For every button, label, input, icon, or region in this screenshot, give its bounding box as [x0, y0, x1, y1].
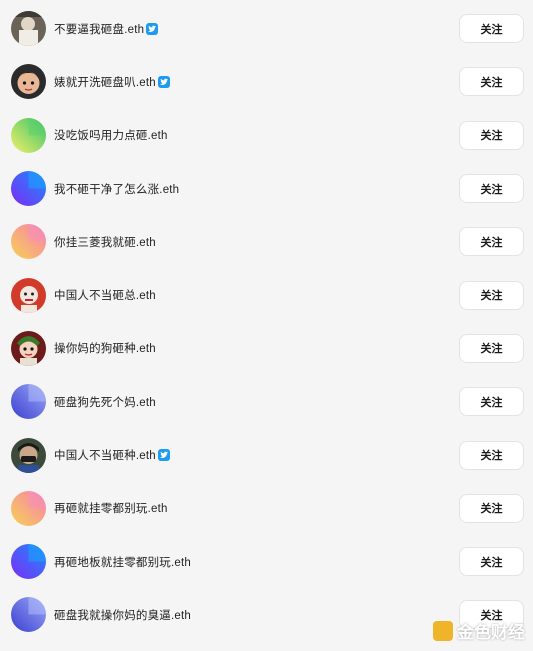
account-name[interactable]: 砸盘狗先死个妈.eth: [54, 394, 156, 410]
account-name[interactable]: 没吃饭吗用力点砸.eth: [54, 127, 168, 143]
follow-button[interactable]: 关注: [459, 120, 524, 150]
follow-button[interactable]: 关注: [459, 440, 524, 470]
account-name-text: 我不砸干净了怎么涨.eth: [54, 183, 180, 196]
account-name-text: 你挂三菱我就砸.eth: [54, 236, 156, 249]
account-name[interactable]: 我不砸干净了怎么涨.eth: [54, 181, 179, 197]
list-item[interactable]: 婊就开洗砸盘叭.eth 关注: [0, 55, 533, 108]
account-name-text: 中国人不当砸种.eth: [54, 450, 156, 463]
account-name-text: 再砸地板就挂零都别玩.eth: [54, 556, 191, 569]
list-item[interactable]: 中国人不当砸种.eth 关注: [0, 428, 533, 481]
account-name[interactable]: 中国人不当砸总.eth: [54, 287, 156, 303]
following-list: 不要逼我砸盘.eth 关注 婊就开洗砸盘叭.eth 关注 没吃饭吗用力点砸.et…: [0, 2, 533, 642]
avatar[interactable]: [11, 64, 46, 100]
avatar[interactable]: [11, 384, 46, 420]
list-item[interactable]: 你挂三菱我就砸.eth 关注: [0, 215, 533, 268]
account-name[interactable]: 再砸就挂零都别玩.eth: [54, 500, 168, 516]
site-watermark: 金色财经: [433, 618, 525, 643]
follow-button[interactable]: 关注: [459, 280, 524, 310]
account-name-text: 不要逼我砸盘.eth: [54, 23, 145, 36]
avatar[interactable]: [11, 224, 46, 260]
watermark-text: 金色财经: [457, 623, 525, 642]
account-name[interactable]: 不要逼我砸盘.eth: [54, 21, 159, 37]
avatar[interactable]: [11, 597, 46, 633]
logo-icon: [433, 620, 453, 641]
follow-button[interactable]: 关注: [459, 387, 524, 417]
account-name-text: 操你妈的狗砸种.eth: [54, 343, 156, 356]
avatar[interactable]: [11, 277, 46, 313]
account-name[interactable]: 中国人不当砸种.eth: [54, 447, 170, 463]
account-name[interactable]: 再砸地板就挂零都别玩.eth: [54, 554, 191, 570]
account-name-text: 砸盘我就操你妈的臭逼.eth: [54, 609, 191, 622]
account-name-text: 中国人不当砸总.eth: [54, 290, 156, 303]
avatar[interactable]: [11, 437, 46, 473]
avatar[interactable]: [11, 544, 46, 580]
list-item[interactable]: 中国人不当砸总.eth 关注: [0, 268, 533, 321]
follow-button[interactable]: 关注: [459, 333, 524, 363]
twitter-verified-icon: [157, 75, 170, 88]
twitter-verified-icon: [146, 22, 159, 35]
avatar[interactable]: [11, 490, 46, 526]
follow-button[interactable]: 关注: [459, 493, 524, 523]
account-name[interactable]: 你挂三菱我就砸.eth: [54, 234, 156, 250]
follow-button[interactable]: 关注: [459, 227, 524, 257]
follow-button[interactable]: 关注: [459, 174, 524, 204]
list-item[interactable]: 操你妈的狗砸种.eth 关注: [0, 322, 533, 375]
account-name[interactable]: 婊就开洗砸盘叭.eth: [54, 74, 170, 90]
list-item[interactable]: 不要逼我砸盘.eth 关注: [0, 2, 533, 55]
twitter-verified-icon: [157, 449, 170, 462]
list-item[interactable]: 没吃饭吗用力点砸.eth 关注: [0, 109, 533, 162]
account-name[interactable]: 砸盘我就操你妈的臭逼.eth: [54, 607, 191, 623]
avatar[interactable]: [11, 171, 46, 207]
list-item[interactable]: 再砸就挂零都别玩.eth 关注: [0, 482, 533, 535]
account-name-text: 婊就开洗砸盘叭.eth: [54, 76, 156, 89]
account-name-text: 砸盘狗先死个妈.eth: [54, 396, 156, 409]
account-name[interactable]: 操你妈的狗砸种.eth: [54, 340, 156, 356]
account-name-text: 再砸就挂零都别玩.eth: [54, 503, 168, 516]
list-item[interactable]: 我不砸干净了怎么涨.eth 关注: [0, 162, 533, 215]
list-item[interactable]: 再砸地板就挂零都别玩.eth 关注: [0, 535, 533, 588]
account-name-text: 没吃饭吗用力点砸.eth: [54, 130, 168, 143]
follow-button[interactable]: 关注: [459, 67, 524, 97]
list-item[interactable]: 砸盘狗先死个妈.eth 关注: [0, 375, 533, 428]
avatar[interactable]: [11, 117, 46, 153]
follow-button[interactable]: 关注: [459, 547, 524, 577]
follow-button[interactable]: 关注: [459, 14, 524, 44]
avatar[interactable]: [11, 330, 46, 366]
avatar[interactable]: [11, 11, 46, 47]
